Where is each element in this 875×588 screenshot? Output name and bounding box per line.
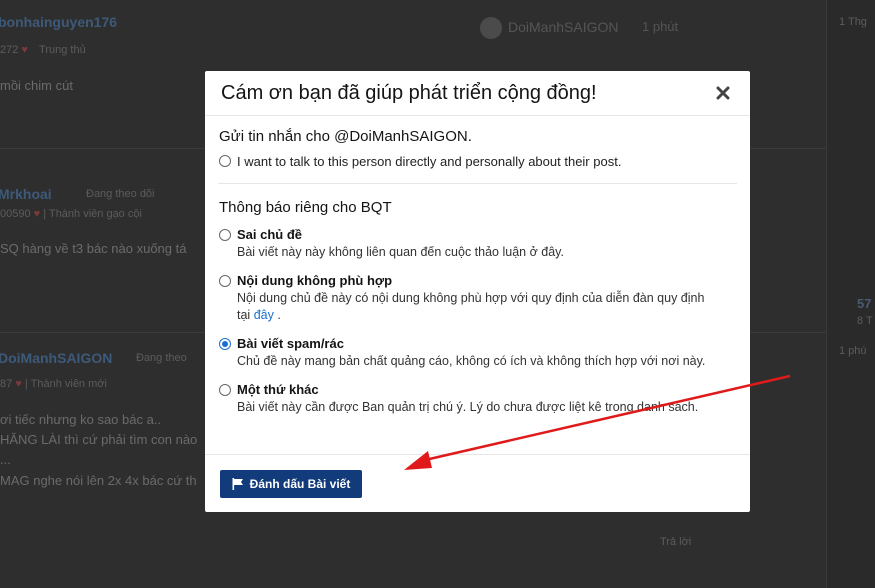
close-button[interactable] bbox=[713, 83, 733, 103]
option-description: Bài viết này này không liên quan đến cuộ… bbox=[237, 245, 564, 259]
message-section: Gửi tin nhắn cho @DoiManhSAIGON. I want … bbox=[205, 128, 750, 170]
dialog-header: Cám ơn bạn đã giúp phát triển cộng đồng! bbox=[205, 71, 750, 116]
radio-button[interactable] bbox=[219, 338, 231, 350]
dialog-title: Cám ơn bạn đã giúp phát triển cộng đồng! bbox=[221, 81, 597, 104]
section-title: Gửi tin nhắn cho @DoiManhSAIGON. bbox=[219, 128, 472, 145]
radio-button[interactable] bbox=[219, 229, 231, 241]
close-icon bbox=[716, 86, 730, 100]
option-label: Một thứ khác bbox=[237, 382, 319, 397]
option-label: Bài viết spam/rác bbox=[237, 336, 344, 351]
radio-button[interactable] bbox=[219, 275, 231, 287]
flag-post-button[interactable]: Đánh dấu Bài viết bbox=[220, 470, 362, 498]
option-label: Nội dung không phù hợp bbox=[237, 273, 393, 288]
report-section: Thông báo riêng cho BQT Sai chủ đề Bài v… bbox=[205, 199, 750, 416]
option-off-topic[interactable]: Sai chủ đề Bài viết này này không liên q… bbox=[219, 227, 736, 261]
option-description: Bài viết này cần được Ban quản trị chú ý… bbox=[237, 400, 699, 414]
flag-icon bbox=[232, 478, 243, 490]
dialog-footer: Đánh dấu Bài viết bbox=[205, 454, 750, 512]
option-inappropriate[interactable]: Nội dung không phù hợp Nội dung chủ đề n… bbox=[219, 273, 736, 324]
option-spam[interactable]: Bài viết spam/rác Chủ đề này mang bản ch… bbox=[219, 336, 736, 370]
option-label: Sai chủ đề bbox=[237, 227, 303, 242]
radio-button[interactable] bbox=[219, 384, 231, 396]
radio-button[interactable] bbox=[219, 155, 231, 167]
option-label: I want to talk to this person directly a… bbox=[237, 154, 622, 169]
rules-link[interactable]: đây bbox=[254, 308, 274, 322]
section-title: Thông báo riêng cho BQT bbox=[219, 199, 392, 216]
divider bbox=[218, 183, 737, 184]
option-description: Chủ đề này mang bản chất quảng cáo, khôn… bbox=[237, 354, 706, 368]
direct-message-option[interactable]: I want to talk to this person directly a… bbox=[219, 153, 736, 170]
option-description: tại đây . bbox=[237, 308, 281, 322]
button-label: Đánh dấu Bài viết bbox=[249, 477, 351, 491]
option-description: Nội dung chủ đề này có nội dung không ph… bbox=[237, 291, 705, 305]
option-other[interactable]: Một thứ khác Bài viết này cần được Ban q… bbox=[219, 382, 736, 416]
report-dialog: Cám ơn bạn đã giúp phát triển cộng đồng!… bbox=[205, 71, 750, 512]
